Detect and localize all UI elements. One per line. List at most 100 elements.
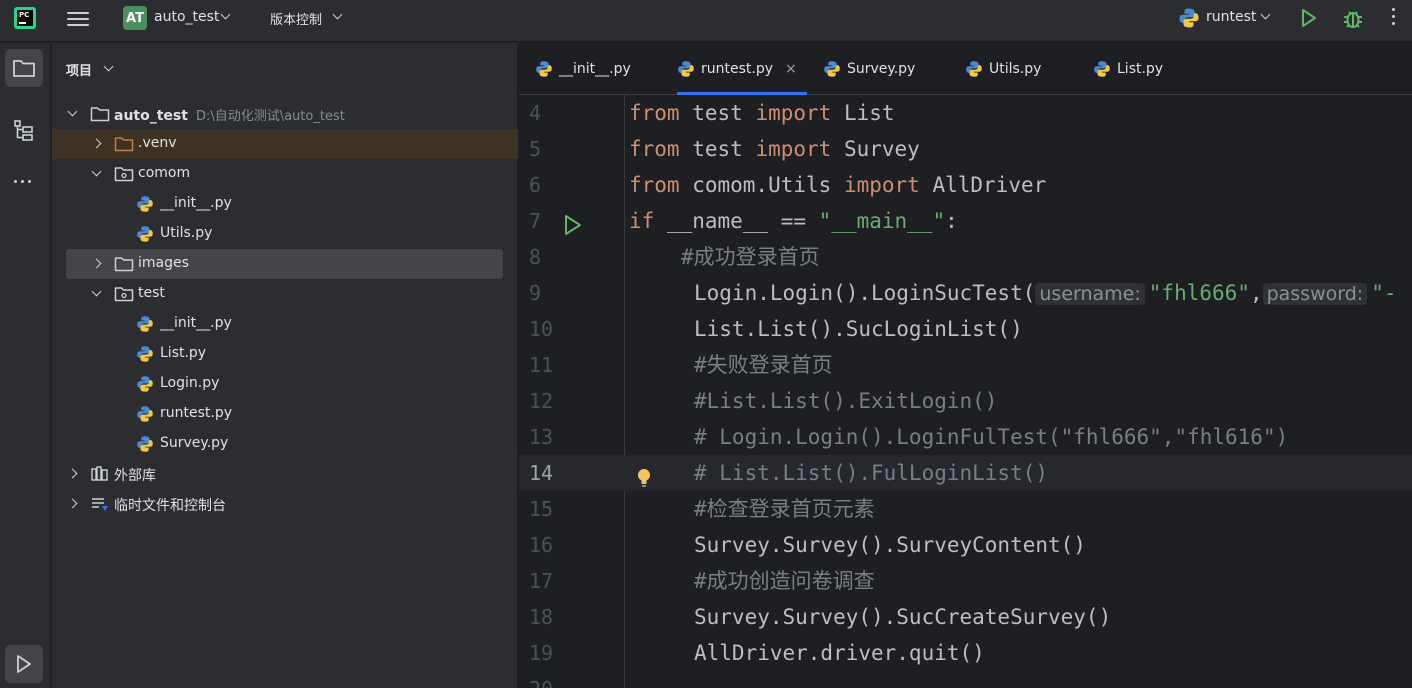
tab-init[interactable]: __init__.py: [535, 43, 631, 95]
python-file-icon: [136, 375, 154, 397]
folder-icon: [13, 60, 35, 77]
chevron-down-icon[interactable]: [91, 166, 102, 177]
tree-item[interactable]: auto_test D:\自动化测试\auto_test: [52, 99, 518, 129]
chevron-down-icon[interactable]: [103, 61, 114, 72]
line-number[interactable]: 8: [529, 239, 555, 275]
tree-item-label: test: [138, 285, 165, 301]
tree-item[interactable]: Login.py: [52, 369, 518, 399]
tab-list[interactable]: List.py: [1093, 43, 1163, 95]
line-number[interactable]: 16: [529, 527, 555, 563]
project-name[interactable]: auto_test: [154, 9, 219, 25]
chevron-down-icon[interactable]: [91, 286, 102, 297]
close-icon[interactable]: ×: [785, 61, 797, 77]
tree-item[interactable]: comom: [52, 159, 518, 189]
line-number[interactable]: 15: [529, 491, 555, 527]
code-line[interactable]: 9 Login.Login().LoginSucTest(username: "fh…: [519, 275, 1412, 311]
chevron-down-icon[interactable]: [67, 106, 78, 117]
menu-icon[interactable]: [67, 8, 89, 28]
code-line[interactable]: 19 AllDriver.driver.quit(): [519, 635, 1412, 671]
chevron-right-icon[interactable]: [91, 258, 102, 269]
code-text: from test import List: [629, 101, 895, 125]
line-number[interactable]: 19: [529, 635, 555, 671]
project-tool-button[interactable]: [5, 49, 43, 87]
code-line[interactable]: 15 #检查登录首页元素: [519, 491, 1412, 527]
code-line[interactable]: 7 if __name__ == "__main__":: [519, 203, 1412, 239]
code-line[interactable]: 20: [519, 671, 1412, 688]
line-number[interactable]: 9: [529, 275, 555, 311]
code-line[interactable]: 17 #成功创造问卷调查: [519, 563, 1412, 599]
line-number[interactable]: 20: [529, 671, 555, 688]
package-folder-icon: [114, 165, 134, 187]
code-line[interactable]: 5 from test import Survey: [519, 131, 1412, 167]
chevron-down-icon[interactable]: [220, 9, 231, 20]
panel-title[interactable]: 项目: [66, 60, 92, 79]
tool-window-strip: [0, 43, 51, 688]
line-number[interactable]: 11: [529, 347, 555, 383]
editor-tabs: __init__.py runtest.py × Survey.py Utils.…: [519, 43, 1412, 95]
tab-survey[interactable]: Survey.py: [823, 43, 915, 95]
line-number[interactable]: 13: [529, 419, 555, 455]
title-bar: PC AT auto_test 版本控制 runtest: [0, 0, 1412, 42]
chevron-right-icon[interactable]: [91, 138, 102, 149]
tree-item[interactable]: 临时文件和控制台: [52, 489, 518, 519]
code-line[interactable]: 8 #成功登录首页: [519, 239, 1412, 275]
code-text: from test import Survey: [629, 137, 920, 161]
project-badge[interactable]: AT: [123, 6, 147, 30]
tree-item-label: 临时文件和控制台: [114, 498, 226, 514]
code-text: AllDriver.driver.quit(): [694, 641, 985, 665]
line-number[interactable]: 4: [529, 95, 555, 131]
code-line[interactable]: 13 # Login.Login().LoginFulTest("fhl666",…: [519, 419, 1412, 455]
more-tools-icon[interactable]: [14, 180, 31, 183]
line-number[interactable]: 10: [529, 311, 555, 347]
line-number[interactable]: 6: [529, 167, 555, 203]
more-icon[interactable]: [1392, 8, 1396, 29]
code-line[interactable]: 6 from comom.Utils import AllDriver: [519, 167, 1412, 203]
code-text: from comom.Utils import AllDriver: [629, 173, 1047, 197]
code-line[interactable]: 4 from test import List: [519, 95, 1412, 131]
code-line[interactable]: 10 List.List().SucLoginList(): [519, 311, 1412, 347]
debug-icon[interactable]: [1342, 6, 1364, 30]
code-line[interactable]: 16 Survey.Survey().SurveyContent(): [519, 527, 1412, 563]
tree-item[interactable]: List.py: [52, 339, 518, 369]
line-number[interactable]: 14: [529, 455, 555, 491]
pycharm-logo-icon[interactable]: PC: [14, 7, 36, 29]
play-icon: [17, 655, 31, 673]
tab-utils[interactable]: Utils.py: [965, 43, 1041, 95]
chevron-down-icon[interactable]: [1260, 9, 1271, 20]
line-number[interactable]: 17: [529, 563, 555, 599]
tab-runtest[interactable]: runtest.py ×: [677, 43, 807, 95]
line-number[interactable]: 7: [529, 203, 555, 239]
code-text: #List.List().ExitLogin(): [694, 389, 998, 413]
line-number[interactable]: 12: [529, 383, 555, 419]
vcs-menu[interactable]: 版本控制: [270, 9, 322, 28]
tree-item[interactable]: Utils.py: [52, 219, 518, 249]
tree-item[interactable]: Survey.py: [52, 429, 518, 459]
package-folder-icon: [114, 285, 134, 307]
line-number[interactable]: 5: [529, 131, 555, 167]
tree-item[interactable]: __init__.py: [52, 309, 518, 339]
tree-item[interactable]: .venv: [52, 129, 518, 159]
code-text: #失败登录首页: [694, 353, 833, 377]
tree-item[interactable]: test: [52, 279, 518, 309]
tree-item-label: Survey.py: [160, 435, 229, 451]
code-text: #检查登录首页元素: [694, 497, 875, 521]
tree-item-label: runtest.py: [160, 405, 233, 421]
play-icon[interactable]: [1300, 8, 1318, 28]
tree-item[interactable]: __init__.py: [52, 189, 518, 219]
code-text: #成功创造问卷调查: [694, 569, 875, 593]
run-configuration[interactable]: runtest: [1206, 9, 1256, 25]
chevron-down-icon[interactable]: [332, 9, 343, 20]
tree-item[interactable]: 外部库: [52, 459, 518, 489]
chevron-right-icon[interactable]: [67, 498, 78, 509]
tree-item[interactable]: images: [66, 249, 503, 279]
tree-item[interactable]: runtest.py: [52, 399, 518, 429]
run-tool-button[interactable]: [5, 645, 43, 683]
code-editor[interactable]: 4 from test import List 5 from test import …: [519, 95, 1412, 688]
code-line[interactable]: 14 # List.List().FulLoginList(): [519, 455, 1412, 491]
line-number[interactable]: 18: [529, 599, 555, 635]
chevron-right-icon[interactable]: [67, 468, 78, 479]
code-line[interactable]: 11 #失败登录首页: [519, 347, 1412, 383]
structure-tool-button[interactable]: [5, 112, 43, 150]
code-line[interactable]: 18 Survey.Survey().SucCreateSurvey(): [519, 599, 1412, 635]
code-line[interactable]: 12 #List.List().ExitLogin(): [519, 383, 1412, 419]
